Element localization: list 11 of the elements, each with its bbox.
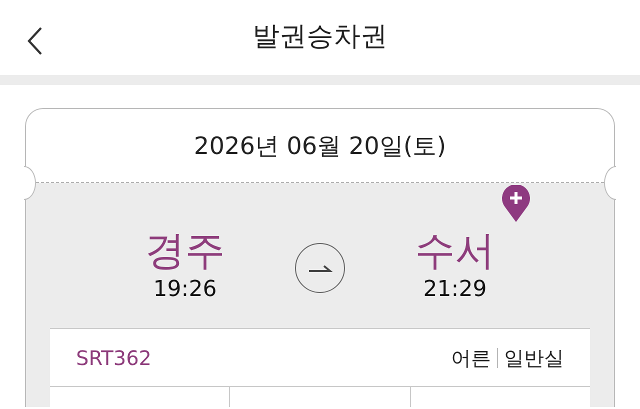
add-location-pin-icon[interactable]: [501, 185, 531, 223]
arrival-time: 21:29: [422, 276, 488, 304]
travel-date: 2026년 06월 20일(토): [194, 130, 446, 162]
seat-class: 일반실: [504, 344, 564, 372]
page-title: 발권승차권: [252, 20, 388, 54]
arrival-station: 수서: [415, 229, 495, 273]
back-icon: [26, 26, 44, 56]
departure-time: 19:26: [152, 276, 218, 304]
passenger-type: 어른: [451, 344, 491, 372]
train-number: SRT362: [76, 344, 152, 372]
departure-station: 경주: [145, 229, 225, 273]
